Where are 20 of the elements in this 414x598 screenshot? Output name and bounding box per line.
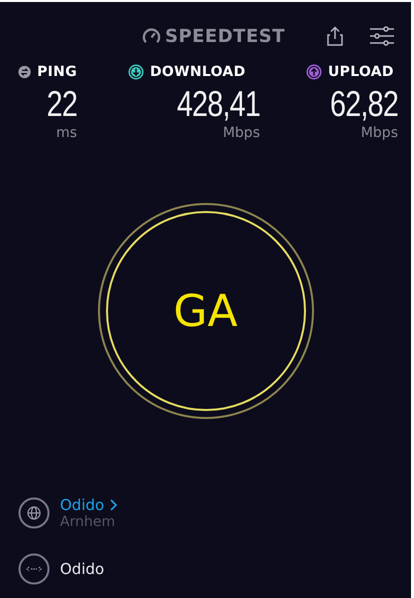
stat-label: DOWNLOAD <box>150 64 246 80</box>
stat-unit: Mbps <box>360 125 398 141</box>
stat-unit: Mbps <box>222 125 260 141</box>
speedtest-logo: SPEEDTEST <box>164 26 285 46</box>
stat-value: 62,82 <box>330 84 398 124</box>
connection-icon <box>18 553 50 585</box>
go-button[interactable]: GA <box>106 211 306 411</box>
connection-name: Odido <box>60 560 104 578</box>
gauge-icon <box>142 26 161 46</box>
stat-value: 428,41 <box>176 84 260 124</box>
server-location: Arnhem <box>60 514 116 530</box>
stat-unit: ms <box>56 125 77 141</box>
stat-label: PING <box>37 64 77 80</box>
globe-icon <box>18 497 50 529</box>
stat-value: 22 <box>46 84 77 124</box>
settings-icon[interactable] <box>369 26 395 46</box>
stat-label: UPLOAD <box>328 64 394 80</box>
provider-link[interactable]: Odido <box>60 496 104 514</box>
chevron-icon[interactable] <box>110 499 118 511</box>
share-icon[interactable] <box>327 26 343 46</box>
